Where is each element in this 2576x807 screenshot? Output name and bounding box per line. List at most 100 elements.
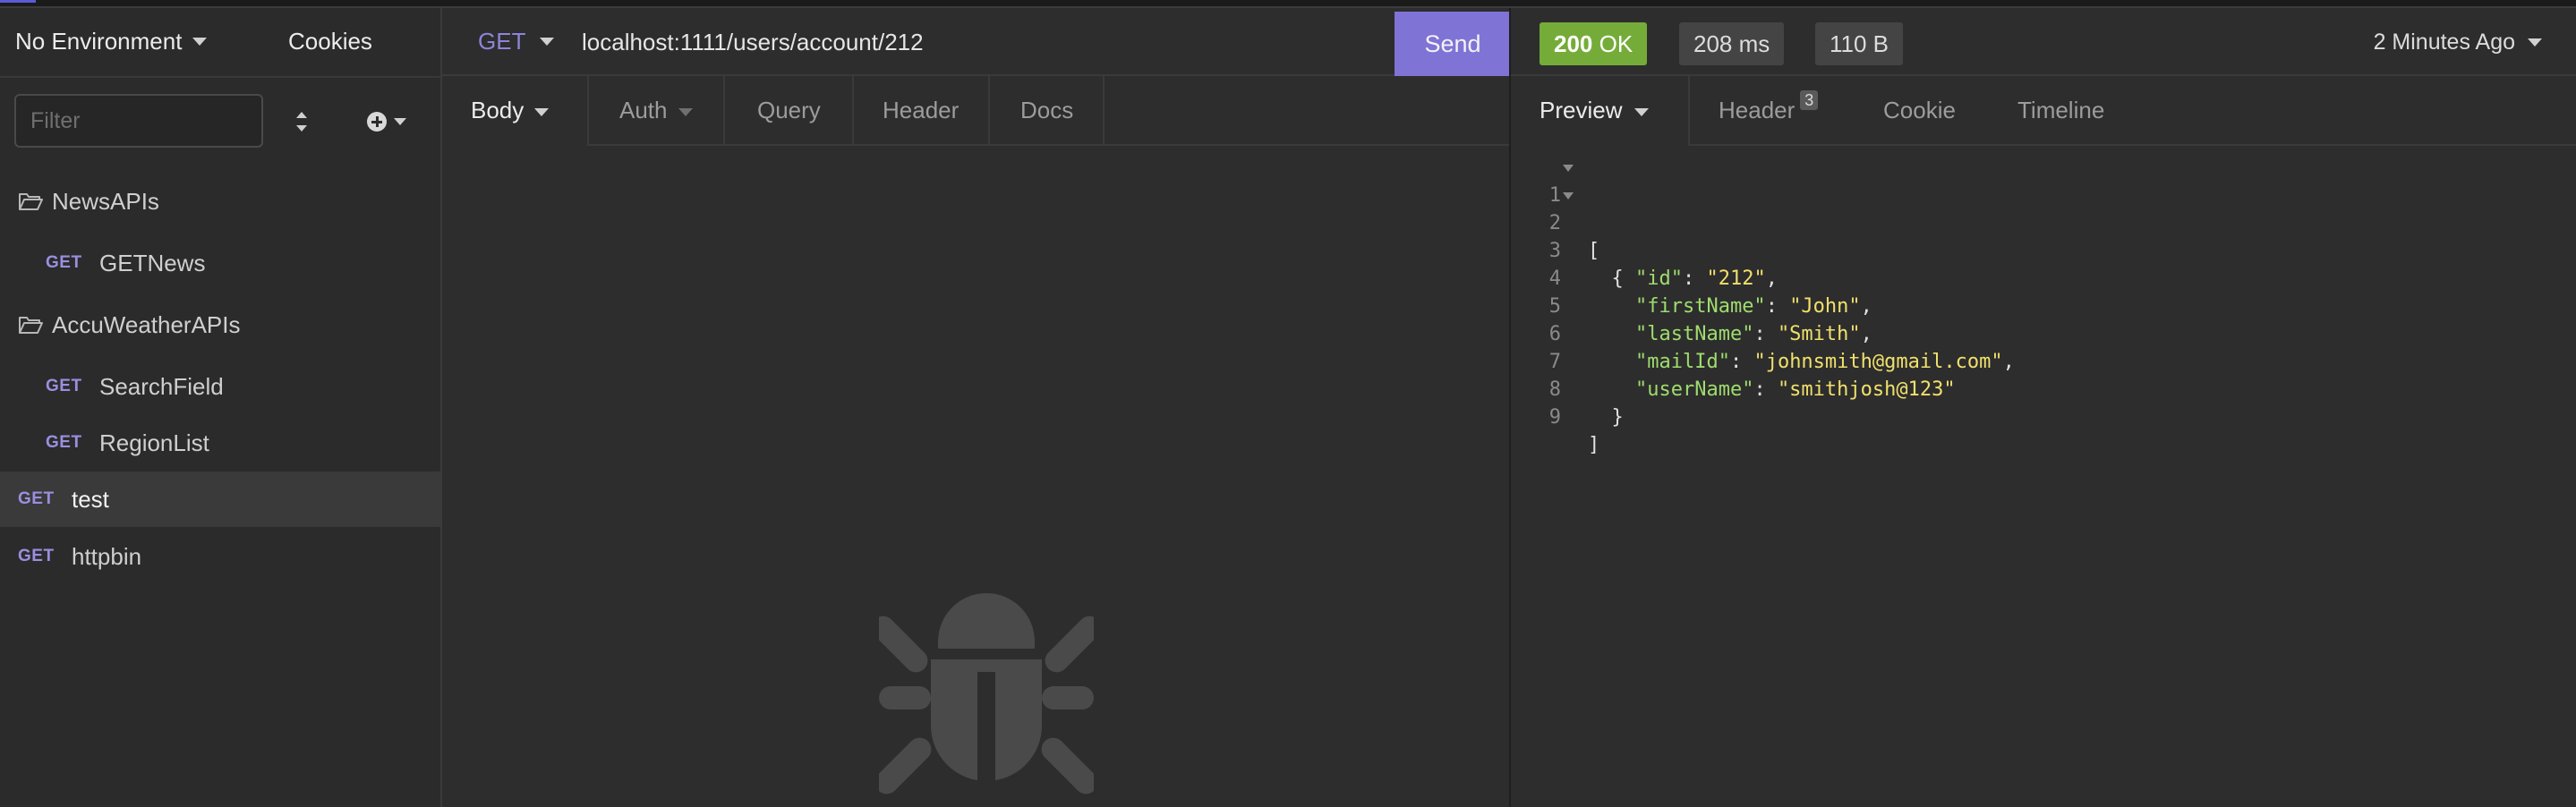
accent-bar: [0, 0, 36, 3]
request-item-searchfield[interactable]: GET SearchField: [0, 359, 440, 414]
add-circle-icon: [367, 112, 387, 132]
tab-label: Header: [883, 97, 960, 123]
json-punctuation: ,: [1765, 268, 1778, 290]
sidebar-header: No Environment Cookies: [0, 8, 440, 78]
request-label: httpbin: [72, 542, 142, 570]
folder-accuweatherapis[interactable]: AccuWeatherAPIs: [0, 297, 440, 353]
sort-icon: [296, 112, 307, 132]
chevron-down-icon: [394, 118, 406, 125]
chevron-down-icon: [534, 107, 550, 116]
request-item-getnews[interactable]: GET GETNews: [0, 235, 440, 291]
json-punctuation: ,: [1860, 295, 1872, 318]
tab-docs[interactable]: Docs: [990, 76, 1105, 144]
method-selector[interactable]: GET: [478, 28, 555, 55]
request-item-test[interactable]: GET test: [0, 471, 440, 527]
request-label: RegionList: [99, 429, 209, 456]
tab-label: Query: [757, 97, 821, 123]
bug-icon: [879, 593, 1094, 797]
history-dropdown[interactable]: 2 Minutes Ago: [2374, 30, 2542, 55]
request-item-regionlist[interactable]: GET RegionList: [0, 415, 440, 471]
window-top-strip: [0, 0, 2576, 8]
json-key: "firstName": [1634, 295, 1766, 318]
sort-button[interactable]: [288, 106, 315, 137]
response-body-preview[interactable]: 1 [ 2 { 3 "id": "212", 4 "firstName": "J…: [1511, 146, 2576, 807]
code-line: 7 "userName": "smithjosh@123": [1511, 320, 1956, 401]
request-label: GETNews: [99, 249, 206, 276]
tab-label: Body: [471, 97, 525, 123]
method-badge: GET: [18, 547, 55, 565]
tab-label: Timeline: [2017, 97, 2105, 123]
chevron-down-icon: [678, 107, 693, 116]
folder-label: NewsAPIs: [52, 187, 159, 215]
tab-label: Header: [1719, 97, 1796, 123]
tab-preview[interactable]: Preview: [1511, 76, 1690, 146]
history-label: 2 Minutes Ago: [2373, 30, 2515, 55]
response-status-bar: 200 OK 208 ms 110 B 2 Minutes Ago: [1511, 8, 2576, 76]
json-punctuation: ,: [1860, 323, 1872, 345]
json-key: "mailId": [1634, 351, 1730, 373]
code-text: "mailId": "johnsmith@gmail.com",: [1634, 351, 2015, 373]
response-size-badge: 110 B: [1815, 22, 1904, 65]
code-text: "id": "212",: [1634, 268, 1778, 290]
request-tabs: Body Auth Query Header Docs: [442, 76, 1511, 146]
filter-input[interactable]: [14, 94, 263, 148]
environment-selector[interactable]: No Environment: [15, 28, 208, 55]
json-value: "smithjosh@123": [1777, 378, 1956, 401]
json-key: "lastName": [1634, 323, 1754, 345]
sidebar: No Environment Cookies NewsAPIs GET GETN…: [0, 8, 442, 807]
request-item-httpbin[interactable]: GET httpbin: [0, 529, 440, 584]
folder-newsapis[interactable]: NewsAPIs: [0, 174, 440, 229]
response-time-badge: 208 ms: [1679, 22, 1785, 65]
method-badge: GET: [18, 489, 55, 508]
fold-arrow-icon[interactable]: [1563, 192, 1574, 200]
tab-label: Docs: [1020, 97, 1074, 123]
header-count-badge: 3: [1800, 90, 1819, 110]
json-punctuation: ,: [2002, 351, 2015, 373]
add-item-button[interactable]: [367, 106, 417, 137]
tab-header[interactable]: Header: [854, 76, 990, 144]
cookies-button[interactable]: Cookies: [288, 28, 372, 55]
code-line: 1 [: [1511, 154, 1599, 262]
request-label: test: [72, 485, 109, 513]
response-tabs: Preview Header 3 Cookie Timeline: [1511, 76, 2576, 146]
tab-body[interactable]: Body: [442, 76, 589, 146]
code-text: "lastName": "Smith",: [1634, 323, 1872, 345]
tab-query[interactable]: Query: [725, 76, 854, 144]
code-line: 4 "firstName": "John",: [1511, 237, 1872, 318]
tab-response-header[interactable]: Header 3: [1690, 76, 1855, 144]
code-line: 5 "lastName": "Smith",: [1511, 265, 1872, 345]
json-value: "johnsmith@gmail.com": [1753, 351, 2003, 373]
request-url-bar: GET Send: [442, 8, 1511, 76]
chevron-down-icon: [2528, 38, 2542, 47]
status-text: OK: [1599, 30, 1633, 57]
tab-cookie[interactable]: Cookie: [1855, 76, 1989, 144]
status-code: 200: [1554, 30, 1593, 57]
code-text: "firstName": "John",: [1634, 295, 1872, 318]
code-line: 3 "id": "212",: [1511, 209, 1778, 290]
folder-open-icon: [19, 317, 43, 334]
code-text: ]: [1588, 434, 1600, 456]
folder-label: AccuWeatherAPIs: [52, 310, 241, 338]
json-value: "Smith": [1777, 323, 1861, 345]
json-value: "212": [1706, 268, 1766, 290]
environment-label: No Environment: [15, 28, 183, 55]
line-number: 9: [1548, 406, 1561, 429]
tab-label: Preview: [1540, 97, 1623, 123]
json-key: "userName": [1634, 378, 1754, 401]
chevron-down-icon: [540, 38, 555, 46]
url-input[interactable]: [580, 19, 1192, 65]
code-line: 6 "mailId": "johnsmith@gmail.com",: [1511, 293, 2015, 373]
code-line: 2 {: [1511, 182, 1624, 290]
tab-label: Auth: [619, 97, 668, 123]
method-label: GET: [478, 28, 526, 55]
method-badge: GET: [46, 377, 82, 395]
fold-arrow-icon[interactable]: [1563, 165, 1574, 172]
code-text: "userName": "smithjosh@123": [1634, 378, 1956, 401]
chevron-down-icon: [192, 38, 208, 46]
tab-auth[interactable]: Auth: [589, 76, 725, 144]
tab-timeline[interactable]: Timeline: [1989, 76, 2150, 144]
code-text: }: [1588, 406, 1624, 429]
method-badge: GET: [46, 253, 82, 272]
send-button[interactable]: Send: [1395, 12, 1511, 76]
folder-open-icon: [19, 193, 43, 210]
